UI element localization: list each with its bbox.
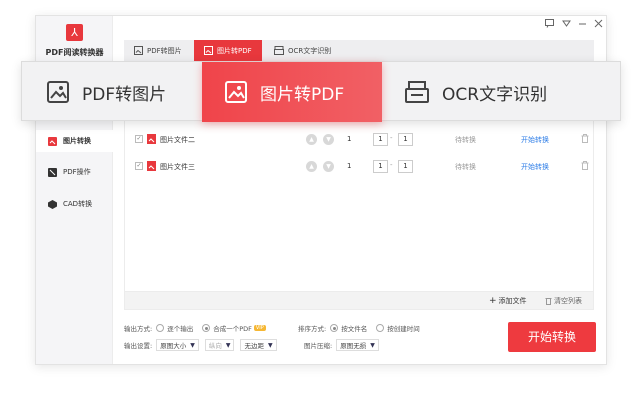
overlay-tab-pdf-to-image[interactable]: PDF转图片 <box>46 62 166 122</box>
tab-ocr[interactable]: OCR文字识别 <box>264 40 341 61</box>
clear-list-label: 清空列表 <box>554 297 582 305</box>
trash-icon[interactable] <box>581 134 589 143</box>
row-status: 待转换 <box>455 136 476 144</box>
move-up-button[interactable]: ▲ <box>306 161 317 172</box>
move-down-button[interactable]: ▼ <box>323 134 334 145</box>
start-convert-button[interactable]: 开始转换 <box>508 322 596 352</box>
range-dash: - <box>390 134 393 142</box>
compress-group: 图片压缩: 原图无损 ▼ <box>304 339 379 351</box>
chevron-down-icon: ▼ <box>370 341 375 349</box>
image-convert-icon <box>48 136 57 146</box>
sidebar-item-label: PDF操作 <box>63 168 91 176</box>
overlay-tab-image-to-pdf[interactable]: 图片转PDF <box>202 62 382 122</box>
sidebar-item-label: CAD转换 <box>63 200 93 208</box>
option-label: 按文件名 <box>341 325 368 333</box>
clear-list-button[interactable]: 清空列表 <box>545 296 582 306</box>
feedback-icon[interactable] <box>543 19 555 31</box>
page-from-input[interactable]: 1 <box>373 133 388 146</box>
page-to-input[interactable]: 1 <box>398 160 413 173</box>
menu-icon[interactable] <box>560 19 572 31</box>
app-logo-icon: ⅄ <box>66 24 83 41</box>
app-title: PDF阅读转换器 <box>45 48 104 57</box>
trash-icon[interactable] <box>581 161 589 170</box>
output-settings-label: 输出设置: <box>124 342 153 350</box>
row-checkbox[interactable]: ✓ <box>135 162 143 170</box>
sidebar-item-label: 图片转换 <box>63 137 91 145</box>
vip-badge: VIP <box>253 325 266 331</box>
row-checkbox[interactable]: ✓ <box>135 135 143 143</box>
overlay-tab-label: 图片转PDF <box>260 84 345 105</box>
orientation-select[interactable]: 纵向 ▼ <box>204 339 235 351</box>
tab-label: 图片转PDF <box>217 46 252 55</box>
tab-pdf-to-image[interactable]: PDF转图片 <box>124 40 192 61</box>
page-count: 1 <box>347 135 352 143</box>
sort-mode-group: 排序方式: 按文件名 按创建时间 <box>298 323 420 333</box>
margin-select[interactable]: 无边距 ▼ <box>240 339 277 351</box>
compress-select[interactable]: 原图无损 ▼ <box>336 339 379 351</box>
ocr-icon <box>274 46 284 55</box>
option-label: 合成一个PDF <box>213 325 252 333</box>
pdf-ops-icon <box>48 167 57 177</box>
image-pdf-icon <box>225 81 247 103</box>
option-label: 按创建时间 <box>387 325 420 333</box>
overlay-tab-label: PDF转图片 <box>82 84 167 105</box>
range-dash: - <box>390 161 393 169</box>
output-mode-label: 输出方式: <box>124 325 153 333</box>
image-pdf-icon <box>204 46 213 55</box>
tab-label: PDF转图片 <box>147 46 182 55</box>
chevron-down-icon: ▼ <box>267 341 273 349</box>
overlay-tab-label: OCR文字识别 <box>442 84 548 105</box>
file-name: 图片文件三 <box>160 163 195 171</box>
cad-icon <box>48 199 57 209</box>
image-icon <box>134 46 143 55</box>
radio-one-by-one[interactable] <box>156 324 165 332</box>
add-file-label: 添加文件 <box>498 297 527 305</box>
move-up-button[interactable]: ▲ <box>306 134 317 145</box>
option-label: 逐个输出 <box>167 325 194 333</box>
row-status: 待转换 <box>455 163 476 171</box>
size-select[interactable]: 原图大小 ▼ <box>156 339 199 351</box>
image-file-icon <box>147 161 156 171</box>
margin-value: 无边距 <box>244 342 264 350</box>
output-mode-group: 输出方式: 逐个输出 合成一个PDF VIP <box>124 323 266 333</box>
orientation-value: 纵向 <box>208 342 222 350</box>
image-icon <box>47 81 69 103</box>
tab-bar-zoom-overlay: PDF转图片 图片转PDF OCR文字识别 <box>21 61 621 122</box>
page-to-input[interactable]: 1 <box>398 133 413 146</box>
row-start-link[interactable]: 开始转换 <box>521 135 549 145</box>
radio-merge-pdf[interactable] <box>202 324 211 332</box>
ocr-icon <box>405 81 429 103</box>
page-count: 1 <box>347 162 352 170</box>
move-down-button[interactable]: ▼ <box>323 161 334 172</box>
tab-label: OCR文字识别 <box>288 46 332 55</box>
image-file-icon <box>147 134 156 144</box>
row-start-link[interactable]: 开始转换 <box>521 162 549 172</box>
sidebar-item-image-convert[interactable]: 图片转换 <box>36 130 113 152</box>
table-row[interactable]: ✓ 图片文件二 ▲ ▼ 1 1 - 1 待转换 开始转换 <box>125 127 593 153</box>
radio-sort-created[interactable] <box>376 324 385 332</box>
chevron-down-icon: ▼ <box>190 341 195 349</box>
tab-image-to-pdf[interactable]: 图片转PDF <box>194 40 262 61</box>
sidebar-item-pdf-ops[interactable]: PDF操作 <box>36 161 113 183</box>
minimize-icon[interactable] <box>576 19 588 31</box>
trash-icon <box>545 298 552 305</box>
chevron-down-icon: ▼ <box>225 341 231 349</box>
file-name: 图片文件二 <box>160 136 195 144</box>
output-settings-group: 输出设置: 原图大小 ▼ 纵向 ▼ 无边距 ▼ <box>124 339 277 351</box>
plus-icon: + <box>489 296 497 306</box>
overlay-tab-ocr[interactable]: OCR文字识别 <box>404 62 547 122</box>
page-from-input[interactable]: 1 <box>373 160 388 173</box>
radio-sort-name[interactable] <box>330 324 339 332</box>
close-icon[interactable] <box>592 19 604 31</box>
add-file-button[interactable]: + 添加文件 <box>489 296 527 306</box>
table-row[interactable]: ✓ 图片文件三 ▲ ▼ 1 1 - 1 待转换 开始转换 <box>125 154 593 180</box>
sort-label: 排序方式: <box>298 325 327 333</box>
size-value: 原图大小 <box>160 342 187 350</box>
compress-label: 图片压缩: <box>304 342 333 350</box>
sidebar-item-cad[interactable]: CAD转换 <box>36 193 113 215</box>
list-actions-bar: + 添加文件 清空列表 <box>124 292 594 310</box>
tab-bar: PDF转图片 图片转PDF OCR文字识别 <box>124 40 594 61</box>
compress-value: 原图无损 <box>340 342 367 350</box>
